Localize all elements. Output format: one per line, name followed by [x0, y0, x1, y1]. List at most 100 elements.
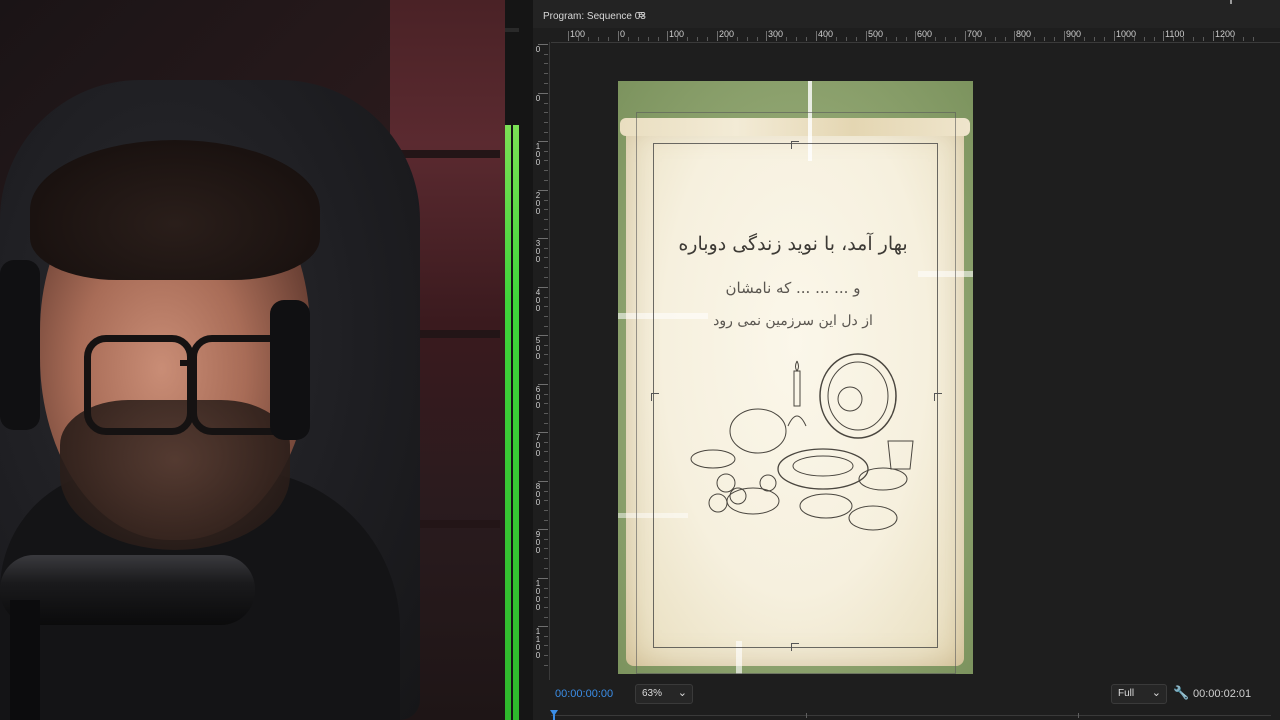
ruler-minor-tick — [896, 37, 897, 41]
ruler-major-tick — [965, 31, 966, 41]
ruler-major-tick — [667, 31, 668, 41]
headset-left — [0, 260, 40, 430]
playback-resolution-value: Full — [1118, 688, 1135, 699]
ruler-label: 1100 — [535, 627, 541, 660]
ruler-minor-tick — [544, 267, 548, 268]
ruler-minor-tick — [1154, 37, 1155, 41]
ruler-minor-tick — [876, 37, 877, 41]
playhead-timecode[interactable]: 00:00:00:00 — [555, 688, 613, 700]
microphone-arm — [10, 600, 40, 720]
ruler-minor-tick — [544, 461, 548, 462]
ruler-minor-tick — [945, 37, 946, 41]
ruler-minor-tick — [677, 37, 678, 41]
ruler-minor-tick — [544, 607, 548, 608]
ruler-minor-tick — [906, 37, 907, 41]
ruler-minor-tick — [544, 510, 548, 511]
wrench-icon[interactable]: 🔧 — [1173, 685, 1189, 701]
ruler-label: 0 — [535, 94, 541, 103]
hamburger-menu-icon[interactable]: ≡ — [638, 9, 644, 21]
ruler-label: 1000 — [535, 579, 541, 612]
scrubber-track — [551, 715, 1271, 716]
ruler-minor-tick — [757, 37, 758, 41]
ruler-minor-tick — [544, 83, 548, 84]
transform-handle-bottom[interactable] — [791, 643, 799, 651]
ruler-minor-tick — [544, 103, 548, 104]
ruler-minor-tick — [544, 170, 548, 171]
zoom-level-select[interactable]: 63% ⌄ — [635, 684, 693, 704]
ruler-minor-tick — [544, 374, 548, 375]
ruler-minor-tick — [1054, 37, 1055, 41]
ruler-minor-tick — [544, 423, 548, 424]
ruler-minor-tick — [925, 37, 926, 41]
playback-resolution-select[interactable]: Full ⌄ — [1111, 684, 1167, 704]
ruler-minor-tick — [658, 37, 659, 41]
ruler-minor-tick — [975, 37, 976, 41]
ruler-minor-tick — [727, 37, 728, 41]
ruler-minor-tick — [544, 597, 548, 598]
ruler-major-tick — [568, 31, 569, 41]
ruler-minor-tick — [544, 248, 548, 249]
ruler-label: 500 — [535, 336, 541, 361]
ruler-minor-tick — [544, 63, 548, 64]
ruler-label: 600 — [535, 385, 541, 410]
program-monitor: Program: Sequence 03 ≡ 100 0 100 200 300 400 5… — [533, 0, 1280, 720]
ruler-minor-tick — [846, 37, 847, 41]
ruler-minor-tick — [1223, 37, 1224, 41]
ruler-minor-tick — [544, 122, 548, 123]
ruler-minor-tick — [776, 37, 777, 41]
ruler-minor-tick — [544, 394, 548, 395]
ruler-major-tick — [1014, 31, 1015, 41]
ruler-minor-tick — [544, 471, 548, 472]
ruler-minor-tick — [544, 151, 548, 152]
ruler-minor-tick — [544, 617, 548, 618]
ruler-minor-tick — [836, 37, 837, 41]
audio-meter-cap — [505, 28, 519, 32]
ruler-label: 800 — [535, 482, 541, 507]
ruler-minor-tick — [544, 558, 548, 559]
timeline-scrubber[interactable] — [533, 710, 1280, 720]
ruler-minor-tick — [1034, 37, 1035, 41]
ruler-minor-tick — [544, 112, 548, 113]
video-frame[interactable]: بهار آمد، با نوید زندگی دوباره و ... ...… — [618, 81, 973, 674]
ruler-minor-tick — [544, 316, 548, 317]
ruler-minor-tick — [1074, 37, 1075, 41]
ruler-minor-tick — [544, 160, 548, 161]
ruler-minor-tick — [544, 180, 548, 181]
playback-controls: 00:00:00:00 63% ⌄ Full ⌄ 🔧 00:00:02:01 — [533, 680, 1280, 720]
ruler-minor-tick — [544, 451, 548, 452]
ruler-minor-tick — [826, 37, 827, 41]
ruler-label: 0 — [620, 29, 626, 39]
ruler-label: 900 — [535, 530, 541, 555]
ruler-minor-tick — [544, 442, 548, 443]
ruler-minor-tick — [1094, 37, 1095, 41]
poem-line-2: و ... ... ... که نامشان — [725, 279, 861, 297]
transform-handle-top[interactable] — [791, 141, 799, 149]
transform-handle-left[interactable] — [651, 393, 659, 401]
ruler-label: 200 — [535, 191, 541, 216]
ruler-minor-tick — [544, 209, 548, 210]
ruler-minor-tick — [886, 37, 887, 41]
transform-handle-right[interactable] — [934, 393, 942, 401]
ruler-minor-tick — [1024, 37, 1025, 41]
poem-line-1: بهار آمد، با نوید زندگی دوباره — [678, 233, 908, 255]
ruler-minor-tick — [544, 345, 548, 346]
ruler-minor-tick — [955, 37, 956, 41]
ruler-minor-tick — [544, 520, 548, 521]
ruler-minor-tick — [588, 37, 589, 41]
ruler-major-tick — [766, 31, 767, 41]
ruler-minor-tick — [1134, 37, 1135, 41]
ruler-minor-tick — [1124, 37, 1125, 41]
ruler-major-tick — [866, 31, 867, 41]
ruler-minor-tick — [1104, 37, 1105, 41]
ruler-minor-tick — [648, 37, 649, 41]
audio-meter-left-channel — [505, 125, 511, 720]
ruler-minor-tick — [544, 568, 548, 569]
ruler-minor-tick — [1233, 37, 1234, 41]
sequence-duration: 00:00:02:01 — [1193, 688, 1252, 700]
ruler-minor-tick — [544, 403, 548, 404]
ruler-minor-tick — [856, 37, 857, 41]
ruler-minor-tick — [796, 37, 797, 41]
panel-title[interactable]: Program: Sequence 03 — [543, 11, 646, 22]
ruler-major-tick — [816, 31, 817, 41]
haftsin-table-sketch — [690, 353, 914, 531]
